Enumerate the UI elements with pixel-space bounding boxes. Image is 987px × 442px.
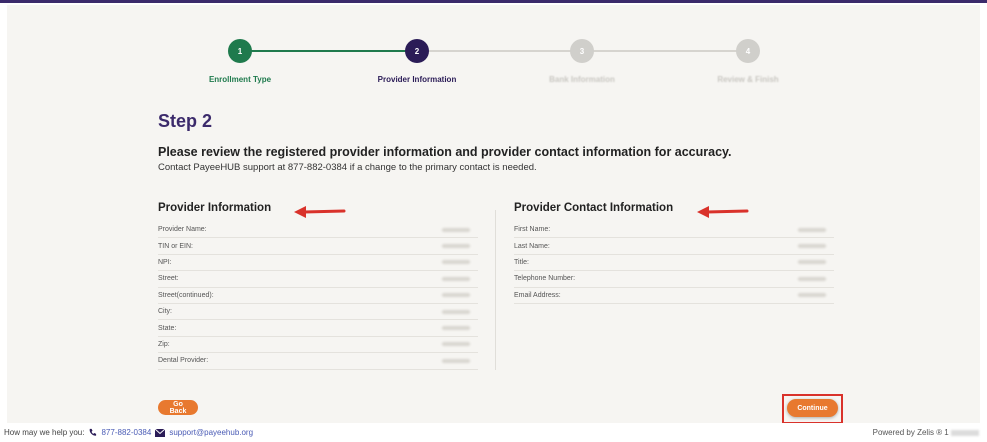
table-row: Street(continued): [158, 288, 478, 304]
step-3-label: Bank Information [549, 75, 615, 84]
support-phone-link[interactable]: 877-882-0384 [101, 428, 151, 437]
step-2-label: Provider Information [377, 75, 457, 84]
support-note: Contact PayeeHUB support at 877-882-0384… [158, 162, 537, 173]
provider-info-table: Provider Name: TIN or EIN: NPI: Street: … [158, 222, 478, 370]
step-4-circle: 4 [736, 39, 760, 63]
redacted-value [394, 356, 478, 366]
step-3-circle: 3 [570, 39, 594, 63]
envelope-icon [155, 428, 166, 437]
progress-stepper: 1 2 3 4 Enrollment Type Provider Informa… [7, 5, 980, 95]
step-1-circle: 1 [228, 39, 252, 63]
continue-button[interactable]: Continue [787, 399, 838, 417]
redacted-value [750, 290, 834, 300]
redacted-value [750, 257, 834, 267]
step-2-circle: 2 [405, 39, 429, 63]
table-row: Provider Name: [158, 222, 478, 239]
powered-by: Powered by Zelis ® 1 [873, 428, 979, 437]
redacted-value [394, 323, 478, 333]
table-row: First Name: [514, 222, 834, 239]
table-row: TIN or EIN: [158, 238, 478, 255]
footer-help: How may we help you: 877-882-0384 suppor… [4, 428, 253, 437]
table-row: State: [158, 320, 478, 337]
page-title: Step 2 [158, 111, 213, 131]
column-divider [495, 210, 496, 370]
enrollment-card: 1 2 3 4 Enrollment Type Provider Informa… [7, 5, 980, 424]
redacted-value [394, 241, 478, 251]
provider-info-title: Provider Information [158, 202, 272, 214]
phone-icon [90, 428, 97, 436]
table-row: Zip: [158, 337, 478, 354]
table-row: Street: [158, 271, 478, 288]
annotation-arrow-icon [294, 206, 346, 218]
table-row: City: [158, 304, 478, 321]
redacted-value [394, 274, 478, 284]
review-instructions: Please review the registered provider in… [158, 145, 732, 159]
redacted-value [750, 274, 834, 284]
contact-info-table: First Name: Last Name: Title: Telephone … [514, 222, 834, 304]
redacted-value [394, 290, 478, 300]
go-back-button[interactable]: Go Back [158, 400, 198, 415]
stepper-line-complete [240, 50, 417, 52]
annotation-arrow-icon [697, 206, 749, 218]
step-4-label: Review & Finish [717, 75, 779, 84]
table-row: Last Name: [514, 238, 834, 255]
table-row: Dental Provider: [158, 353, 478, 370]
redacted-value [750, 225, 834, 235]
table-row: Telephone Number: [514, 271, 834, 288]
redacted-value [750, 241, 834, 251]
table-row: Title: [514, 255, 834, 272]
step-1-label: Enrollment Type [208, 75, 272, 84]
help-text: How may we help you: [4, 428, 85, 437]
redacted-value [394, 257, 478, 267]
redacted-value [394, 339, 478, 349]
redacted-value [951, 429, 979, 436]
top-accent-bar [0, 0, 987, 3]
table-row: Email Address: [514, 288, 834, 304]
support-email-link[interactable]: support@payeehub.org [169, 428, 253, 437]
redacted-value [394, 307, 478, 317]
table-row: NPI: [158, 255, 478, 272]
redacted-value [394, 225, 478, 235]
footer: How may we help you: 877-882-0384 suppor… [0, 423, 987, 442]
contact-info-title: Provider Contact Information [514, 202, 674, 214]
